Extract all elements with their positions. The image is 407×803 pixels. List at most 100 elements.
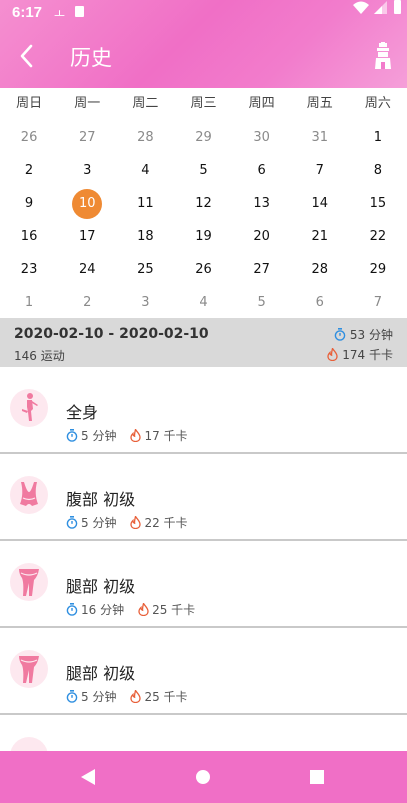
calendar-day[interactable]: 17 bbox=[58, 220, 116, 253]
calendar-day-selected[interactable]: 10 bbox=[58, 187, 116, 220]
calendar-day[interactable]: 26 bbox=[174, 253, 232, 286]
total-kcal-value: 174 千卡 bbox=[342, 348, 393, 362]
nav-recents-button[interactable] bbox=[310, 770, 324, 784]
abs-icon bbox=[10, 476, 48, 514]
calendar-day-number: 14 bbox=[311, 196, 329, 211]
calendar-day-number: 4 bbox=[141, 163, 150, 178]
nav-back-button[interactable] bbox=[80, 768, 96, 786]
calendar-week-row: 26 27 28 29 30 31 1 bbox=[0, 121, 407, 154]
app-header: 历史 bbox=[0, 26, 407, 88]
calendar-day[interactable]: 1 bbox=[0, 286, 58, 319]
calendar-day[interactable]: 2 bbox=[58, 286, 116, 319]
calendar-week-row: 1 2 3 4 5 6 7 bbox=[0, 286, 407, 319]
workout-list: 全身 5 分钟 17 千卡 腹部 初级 5 分钟 22 千卡 腿部 初级 16 … bbox=[0, 367, 407, 715]
calendar-day[interactable]: 9 bbox=[0, 187, 58, 220]
calendar-day[interactable]: 4 bbox=[116, 154, 174, 187]
notification-icon: ㅗ bbox=[54, 7, 66, 21]
calendar-day[interactable]: 24 bbox=[58, 253, 116, 286]
calendar-day[interactable]: 29 bbox=[349, 253, 407, 286]
system-nav-bar bbox=[0, 751, 407, 803]
signal-icon bbox=[374, 1, 387, 14]
weekday-header: 周日 周一 周二 周三 周四 周五 周六 bbox=[0, 88, 407, 120]
weekday-label: 周一 bbox=[74, 96, 101, 111]
calendar-day[interactable]: 27 bbox=[58, 121, 116, 154]
workout-kcal: 25 千卡 bbox=[144, 690, 188, 704]
list-item[interactable]: 腹部 初级 5 分钟 22 千卡 bbox=[0, 454, 407, 541]
calendar-day[interactable]: 20 bbox=[233, 220, 291, 253]
back-button[interactable] bbox=[12, 40, 44, 72]
calendar-day[interactable]: 3 bbox=[58, 154, 116, 187]
workout-minutes: 5 分钟 bbox=[81, 690, 117, 704]
calendar-day[interactable]: 2 bbox=[0, 154, 58, 187]
calendar-day[interactable]: 13 bbox=[233, 187, 291, 220]
flame-icon bbox=[327, 348, 338, 361]
status-time: 6:17 bbox=[12, 4, 43, 21]
calendar-day[interactable]: 7 bbox=[349, 286, 407, 319]
legs-icon bbox=[10, 650, 48, 688]
calendar-day[interactable]: 18 bbox=[116, 220, 174, 253]
sd-card-icon bbox=[75, 6, 84, 17]
calendar-day[interactable]: 5 bbox=[233, 286, 291, 319]
workout-kcal: 22 千卡 bbox=[144, 516, 188, 530]
calendar-day[interactable]: 3 bbox=[116, 286, 174, 319]
calendar-day[interactable]: 7 bbox=[291, 154, 349, 187]
calendar-day[interactable]: 16 bbox=[0, 220, 58, 253]
calendar-day-number: 2 bbox=[24, 163, 34, 178]
calendar-day[interactable]: 28 bbox=[116, 121, 174, 154]
date-range: 2020-02-10 - 2020-02-10 bbox=[14, 326, 209, 342]
calendar-day[interactable]: 6 bbox=[291, 286, 349, 319]
calendar-day[interactable]: 26 bbox=[0, 121, 58, 154]
calendar-day-number: 4 bbox=[199, 295, 208, 310]
weekday-label: 周二 bbox=[132, 96, 159, 111]
calendar-day[interactable]: 19 bbox=[174, 220, 232, 253]
list-item[interactable]: 全身 5 分钟 17 千卡 bbox=[0, 367, 407, 454]
workout-kcal: 17 千卡 bbox=[144, 429, 188, 443]
battery-icon bbox=[394, 0, 401, 14]
calendar-day-number: 6 bbox=[257, 163, 266, 178]
calendar-day-number: 29 bbox=[369, 262, 387, 277]
calendar-day-number: 7 bbox=[315, 163, 324, 178]
calendar-day-number: 20 bbox=[253, 229, 270, 244]
calendar-day[interactable]: 14 bbox=[291, 187, 349, 220]
list-item[interactable]: 腿部 初级 5 分钟 25 千卡 bbox=[0, 628, 407, 715]
status-bar: 6:17 ㅗ bbox=[0, 0, 407, 26]
calendar-day[interactable]: 23 bbox=[0, 253, 58, 286]
calendar-day[interactable]: 4 bbox=[174, 286, 232, 319]
calendar-day[interactable]: 22 bbox=[349, 220, 407, 253]
calendar-day[interactable]: 15 bbox=[349, 187, 407, 220]
calendar-day[interactable]: 21 bbox=[291, 220, 349, 253]
calendar-day[interactable]: 6 bbox=[233, 154, 291, 187]
calendar-day[interactable]: 12 bbox=[174, 187, 232, 220]
calendar-day[interactable]: 11 bbox=[116, 187, 174, 220]
calendar-day[interactable]: 28 bbox=[291, 253, 349, 286]
tower-icon[interactable] bbox=[373, 42, 393, 70]
calendar-day[interactable]: 31 bbox=[291, 121, 349, 154]
top-bar-background: 6:17 ㅗ 历史 bbox=[0, 0, 407, 88]
calendar-day[interactable]: 29 bbox=[174, 121, 232, 154]
calendar-day-number: 24 bbox=[78, 262, 96, 277]
calendar-day-number: 27 bbox=[78, 130, 96, 145]
workout-meta: 5 分钟 25 千卡 bbox=[66, 688, 188, 705]
calendar-day[interactable]: 5 bbox=[174, 154, 232, 187]
weekday-label: 周四 bbox=[248, 96, 275, 111]
total-minutes-value: 53 分钟 bbox=[349, 328, 393, 342]
workout-name: 腿部 初级 bbox=[66, 664, 136, 683]
list-item[interactable]: 腿部 初级 16 分钟 25 千卡 bbox=[0, 541, 407, 628]
calendar-day[interactable]: 25 bbox=[116, 253, 174, 286]
calendar-day-number: 10 bbox=[78, 196, 96, 211]
full-body-icon bbox=[10, 389, 48, 427]
calendar-day-number: 26 bbox=[195, 262, 212, 277]
total-kcal: 174 千卡 bbox=[327, 346, 393, 363]
flame-icon bbox=[130, 429, 142, 442]
calendar-day-number: 8 bbox=[373, 163, 383, 178]
nav-home-button[interactable] bbox=[196, 770, 210, 784]
total-minutes: 53 分钟 bbox=[334, 326, 393, 343]
calendar-day[interactable]: 8 bbox=[349, 154, 407, 187]
calendar-day[interactable]: 27 bbox=[233, 253, 291, 286]
flame-icon bbox=[138, 603, 149, 616]
page-title: 历史 bbox=[70, 46, 112, 70]
calendar-day[interactable]: 30 bbox=[233, 121, 291, 154]
workout-minutes: 5 分钟 bbox=[81, 429, 117, 443]
workout-minutes: 5 分钟 bbox=[81, 516, 117, 530]
calendar-day[interactable]: 1 bbox=[349, 121, 407, 154]
